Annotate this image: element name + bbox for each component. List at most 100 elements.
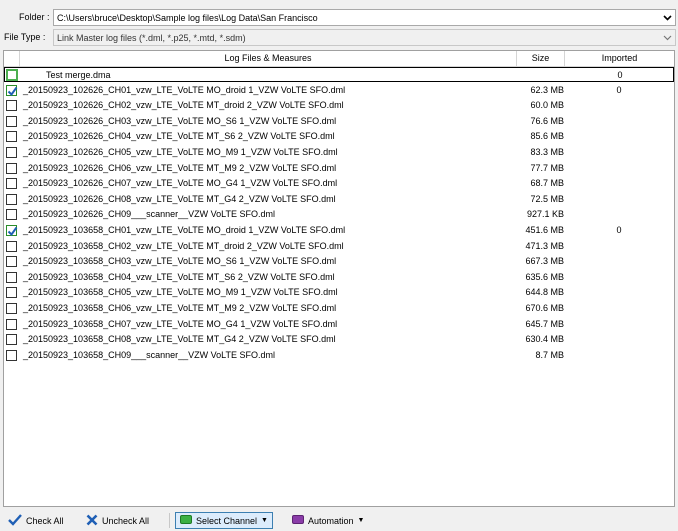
chevron-down-icon[interactable]: [660, 30, 675, 45]
select-channel-button[interactable]: Select Channel ▼: [175, 512, 273, 529]
header-size[interactable]: Size: [517, 51, 565, 66]
table-row[interactable]: _20150923_102626_CH01_vzw_LTE_VoLTE MO_d…: [4, 83, 674, 98]
header-imported[interactable]: Imported: [565, 51, 674, 66]
table-row[interactable]: _20150923_103658_CH01_vzw_LTE_VoLTE MO_d…: [4, 223, 674, 238]
row-size: 451.6 MB: [525, 225, 564, 235]
row-file-name: _20150923_103658_CH03_vzw_LTE_VoLTE MO_S…: [23, 256, 337, 267]
row-size: 471.3 MB: [525, 240, 564, 251]
table-row[interactable]: _20150923_103658_CH03_vzw_LTE_VoLTE MO_S…: [4, 254, 674, 269]
uncheck-all-button[interactable]: Uncheck All: [81, 512, 154, 529]
automation-label: Automation: [308, 515, 354, 526]
row-checkbox[interactable]: [6, 147, 17, 158]
check-icon: [8, 513, 22, 528]
row-size: 630.4 MB: [525, 334, 564, 345]
row-checkbox-checked[interactable]: [6, 84, 18, 96]
row-checkbox[interactable]: [6, 349, 17, 361]
table-row[interactable]: _20150923_102626_CH04_vzw_LTE_VoLTE MT_S…: [4, 129, 674, 144]
row-checkbox[interactable]: [6, 209, 17, 221]
row-size: 667.3 MB: [525, 256, 564, 267]
table-row[interactable]: _20150923_102626_CH05_vzw_LTE_VoLTE MO_M…: [4, 145, 674, 160]
row-size: 927.1 KB: [526, 209, 564, 220]
table-row[interactable]: _20150923_102626_CH08_vzw_LTE_VoLTE MT_G…: [4, 192, 674, 207]
row-checkbox[interactable]: [6, 271, 17, 283]
row-size: 60.0 MB: [530, 100, 564, 111]
table-row[interactable]: _20150923_103658_CH06_vzw_LTE_VoLTE MT_M…: [4, 301, 674, 316]
row-checkbox[interactable]: [6, 193, 17, 205]
row-file-name: _20150923_102626_CH01_vzw_LTE_VoLTE MO_d…: [23, 84, 346, 95]
row-size: 72.5 MB: [530, 193, 564, 204]
row-file-name: _20150923_103658_CH06_vzw_LTE_VoLTE MT_M…: [23, 303, 337, 313]
row-checkbox[interactable]: [6, 162, 17, 174]
table-row[interactable]: _20150923_102626_CH03_vzw_LTE_VoLTE MO_S…: [4, 114, 674, 129]
table-row[interactable]: _20150923_102626_CH06_vzw_LTE_VoLTE MT_M…: [4, 161, 674, 176]
row-checkbox[interactable]: [6, 256, 17, 268]
row-checkbox[interactable]: [6, 287, 17, 299]
row-checkbox[interactable]: [6, 303, 17, 314]
check-all-button[interactable]: Check All: [3, 512, 69, 529]
log-files-grid[interactable]: Log Files & Measures Size Imported Test …: [3, 50, 675, 507]
table-row[interactable]: _20150923_103658_CH09___scanner__VZW VoL…: [4, 348, 674, 363]
table-row[interactable]: _20150923_102626_CH07_vzw_LTE_VoLTE MO_G…: [4, 176, 674, 191]
row-size: 635.6 MB: [525, 271, 564, 282]
row-checkbox[interactable]: [6, 318, 17, 330]
bottom-toolbar: Check All Uncheck All Select Channel ▼ A…: [0, 509, 678, 531]
row-file-name: _20150923_102626_CH05_vzw_LTE_VoLTE MO_M…: [23, 147, 338, 157]
row-imported: 0: [617, 70, 623, 80]
folder-label: Folder :: [19, 12, 50, 22]
row-size: 85.6 MB: [530, 131, 564, 142]
row-size: 644.8 MB: [525, 287, 564, 298]
row-checkbox[interactable]: [6, 334, 17, 346]
dropdown-arrow-icon: ▼: [357, 517, 365, 524]
row-checkbox[interactable]: [6, 240, 17, 252]
row-file-name: _20150923_103658_CH09___scanner__VZW VoL…: [23, 349, 275, 360]
row-file-name: _20150923_102626_CH02_vzw_LTE_VoLTE MT_d…: [23, 100, 344, 111]
uncheck-all-label: Uncheck All: [102, 515, 150, 526]
folder-path-value: C:\Users\bruce\Desktop\Sample log files\…: [57, 13, 318, 23]
table-row[interactable]: _20150923_103658_CH02_vzw_LTE_VoLTE MT_d…: [4, 239, 674, 254]
row-file-name: _20150923_103658_CH01_vzw_LTE_VoLTE MO_d…: [23, 225, 346, 235]
row-file-name: _20150923_103658_CH07_vzw_LTE_VoLTE MO_G…: [23, 318, 338, 329]
row-imported: 0: [616, 225, 622, 235]
row-checkbox[interactable]: [6, 115, 17, 127]
row-file-name: _20150923_103658_CH08_vzw_LTE_VoLTE MT_G…: [23, 334, 336, 345]
row-checkbox-checked[interactable]: [6, 225, 18, 237]
row-size: 645.7 MB: [525, 318, 564, 329]
table-row[interactable]: _20150923_103658_CH08_vzw_LTE_VoLTE MT_G…: [4, 332, 674, 347]
row-file-name: _20150923_102626_CH06_vzw_LTE_VoLTE MT_M…: [23, 162, 337, 173]
automation-button[interactable]: Automation ▼: [287, 512, 369, 529]
channel-icon: [180, 515, 192, 526]
row-file-name: _20150923_103658_CH04_vzw_LTE_VoLTE MT_S…: [23, 271, 335, 282]
row-checkbox[interactable]: [6, 131, 17, 143]
row-checkbox[interactable]: [6, 69, 18, 81]
file-type-label: File Type :: [4, 32, 46, 42]
row-size: 68.7 MB: [530, 178, 564, 189]
row-imported: 0: [616, 84, 622, 95]
table-row[interactable]: _20150923_103658_CH05_vzw_LTE_VoLTE MO_M…: [4, 285, 674, 300]
folder-combo[interactable]: C:\Users\bruce\Desktop\Sample log files\…: [53, 9, 676, 26]
row-file-name: _20150923_102626_CH09___scanner__VZW VoL…: [23, 209, 275, 220]
file-type-value: Link Master log files (*.dml, *.p25, *.m…: [57, 33, 246, 43]
row-size: 83.3 MB: [530, 147, 564, 157]
close-icon: [86, 514, 98, 528]
row-file-name: _20150923_103658_CH05_vzw_LTE_VoLTE MO_M…: [23, 287, 338, 298]
row-file-name: _20150923_103658_CH02_vzw_LTE_VoLTE MT_d…: [23, 240, 344, 251]
toolbar-separator: [169, 513, 170, 528]
row-size: 8.7 MB: [535, 349, 564, 360]
table-row[interactable]: _20150923_102626_CH09___scanner__VZW VoL…: [4, 207, 674, 222]
row-checkbox[interactable]: [6, 178, 17, 190]
table-row[interactable]: _20150923_103658_CH04_vzw_LTE_VoLTE MT_S…: [4, 270, 674, 285]
row-size: 77.7 MB: [530, 162, 564, 173]
table-row[interactable]: _20150923_102626_CH02_vzw_LTE_VoLTE MT_d…: [4, 98, 674, 113]
table-row[interactable]: _20150923_103658_CH07_vzw_LTE_VoLTE MO_G…: [4, 317, 674, 332]
row-file-name: _20150923_102626_CH07_vzw_LTE_VoLTE MO_G…: [23, 178, 338, 189]
chevron-down-icon[interactable]: [660, 10, 675, 25]
grid-header: Log Files & Measures Size Imported: [4, 51, 674, 67]
folder-row: Folder : C:\Users\bruce\Desktop\Sample l…: [0, 9, 678, 27]
table-row[interactable]: Test merge.dma 0: [4, 67, 674, 82]
check-all-label: Check All: [26, 515, 64, 526]
row-size: 62.3 MB: [530, 84, 564, 95]
file-type-combo[interactable]: Link Master log files (*.dml, *.p25, *.m…: [53, 29, 676, 46]
row-file-name: Test merge.dma: [46, 70, 111, 80]
header-log-files[interactable]: Log Files & Measures: [20, 51, 517, 66]
row-checkbox[interactable]: [6, 100, 17, 112]
